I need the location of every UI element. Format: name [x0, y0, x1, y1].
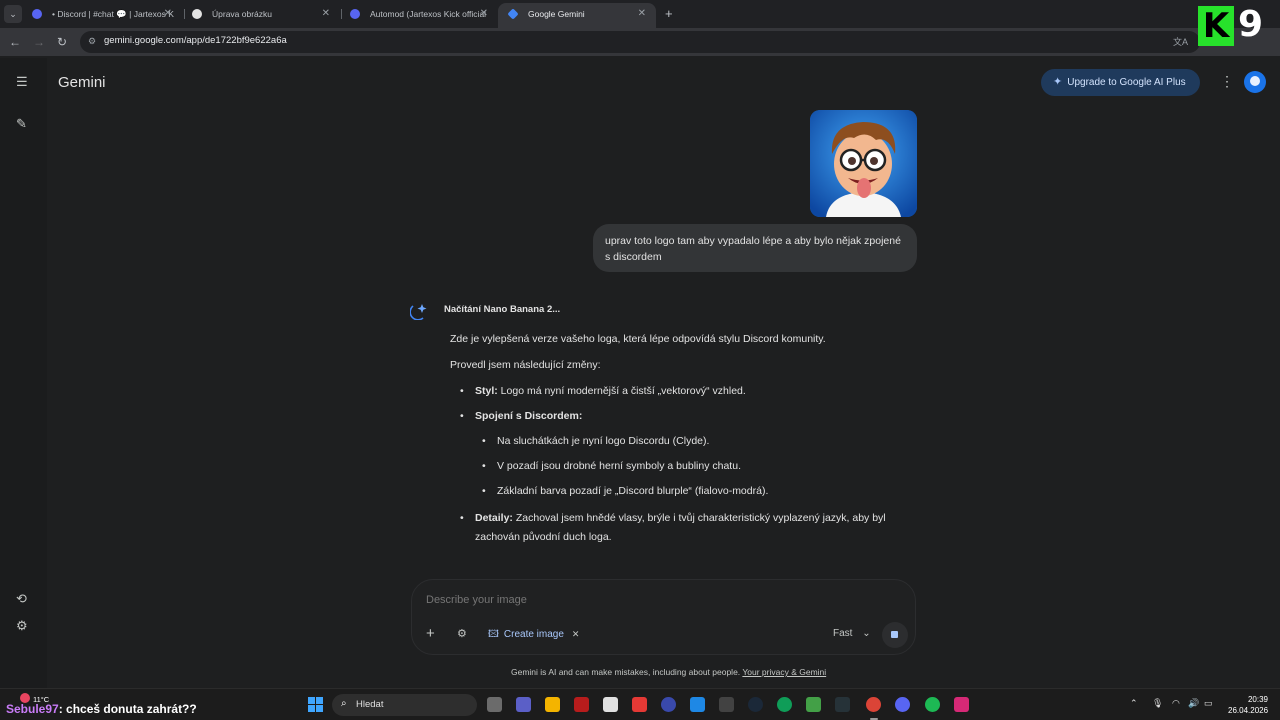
gemini-spark-icon — [410, 304, 427, 320]
app-l-icon[interactable] — [632, 697, 647, 712]
spotify-icon[interactable] — [925, 697, 940, 712]
teams-icon[interactable] — [516, 697, 531, 712]
privacy-link[interactable]: Your privacy & Gemini — [742, 667, 826, 677]
discord-icon[interactable] — [895, 697, 910, 712]
list-item-sub-symbols: V pozadí jsou drobné herní symboly a bub… — [482, 458, 907, 474]
chat-username: Sebule97 — [6, 702, 59, 716]
windows-start-icon[interactable] — [308, 697, 323, 712]
edge-icon[interactable] — [777, 697, 792, 712]
close-icon[interactable]: ✕ — [572, 629, 580, 639]
model-mode-selector[interactable]: Fast ⌄ — [833, 628, 871, 639]
back-arrow-icon[interactable]: ← — [9, 35, 21, 49]
add-attachment-icon[interactable]: + — [426, 625, 435, 642]
stream-chat-message: Sebule97: chceš donuta zahrát?? — [6, 702, 197, 716]
epic-games-icon[interactable] — [719, 697, 734, 712]
uploaded-image[interactable] — [810, 110, 917, 217]
wifi-icon[interactable]: ◠ — [1172, 698, 1180, 709]
url-text[interactable]: gemini.google.com/app/de1722bf9e622a6a — [104, 35, 287, 46]
list-item-spojeni: Spojení s Discordem: — [460, 408, 905, 424]
image-icon: 🖾 — [488, 629, 499, 640]
store-icon[interactable] — [603, 697, 618, 712]
list-item-detaily: Detaily: Zachoval jsem hnědé vlasy, brýl… — [460, 509, 910, 547]
translate-icon[interactable]: 文A — [1173, 35, 1188, 48]
browser-tab-strip: ⌄ • Discord | #chat 💬 | Jartexos K ✕ Úpr… — [0, 0, 1280, 28]
gemini-favicon-icon — [507, 8, 519, 20]
create-image-chip[interactable]: 🖾 Create image ✕ — [488, 625, 579, 643]
stream-overlay-logo: K 9 — [1198, 4, 1276, 50]
openai-favicon-icon — [192, 9, 202, 19]
chat-text: : chceš donuta zahrát?? — [58, 702, 197, 716]
prompt-input[interactable] — [426, 594, 896, 606]
task-view-icon[interactable] — [487, 697, 502, 712]
menu-icon[interactable]: ☰ — [16, 74, 28, 90]
file-explorer-icon[interactable] — [545, 697, 560, 712]
new-tab-button[interactable]: + — [665, 6, 673, 21]
instagram-icon[interactable] — [954, 697, 969, 712]
minecraft-icon[interactable] — [806, 697, 821, 712]
settings-icon[interactable]: ⚙ — [16, 618, 28, 634]
volume-icon[interactable]: 🔊 — [1188, 698, 1199, 709]
tab-automod[interactable]: Automod (Jartexos Kick official ✕ — [340, 3, 498, 28]
tools-icon[interactable]: ⚙ — [457, 627, 467, 640]
app-blue-icon[interactable] — [690, 697, 705, 712]
system-clock[interactable]: 20:39 26.04.2026 — [1228, 694, 1268, 716]
close-icon[interactable]: ✕ — [638, 3, 646, 25]
tab-discord[interactable]: • Discord | #chat 💬 | Jartexos K ✕ — [22, 3, 182, 28]
cartoon-avatar-image — [810, 110, 917, 217]
close-icon[interactable]: ✕ — [322, 3, 330, 25]
forward-arrow-icon[interactable]: → — [33, 35, 45, 49]
steam-icon[interactable] — [748, 697, 763, 712]
response-status: Načítání Nano Banana 2... — [444, 304, 561, 315]
avatar[interactable] — [1244, 71, 1266, 93]
browser-toolbar: ← → ↻ ⚙ gemini.google.com/app/de1722bf9e… — [0, 28, 1280, 56]
list-item-sub-blurple: Základní barva pozadí je „Discord blurpl… — [482, 483, 907, 499]
player-icon[interactable] — [661, 697, 676, 712]
tab-uprava-obrazku[interactable]: Úprava obrázku ✕ — [182, 3, 340, 28]
microphone-icon[interactable]: 🎙 — [1152, 698, 1163, 709]
prompt-composer: + ⚙ 🖾Create image✕ Fast ⌄ — [411, 579, 916, 655]
response-intro: Zde je vylepšená verze vašeho loga, kter… — [450, 333, 826, 345]
battery-icon[interactable]: ▭ — [1204, 698, 1213, 709]
response-changes-intro: Provedl jsem následující změny: — [450, 359, 601, 371]
sparkle-icon: ✦ — [1053, 76, 1063, 88]
chevron-down-icon: ⌄ — [862, 628, 871, 639]
disclaimer: Gemini is AI and can make mistakes, incl… — [511, 667, 827, 677]
activity-history-icon[interactable]: ⟲ — [16, 591, 27, 607]
upgrade-button[interactable]: ✦ Upgrade to Google AI Plus — [1041, 69, 1200, 96]
tab-google-gemini[interactable]: Google Gemini ✕ — [498, 3, 656, 28]
stop-button[interactable] — [882, 622, 908, 648]
gemini-sidebar: ☰ ✎ ⟲ ⚙ — [0, 58, 47, 688]
tray-chevron-up-icon[interactable]: ⌃ — [1130, 698, 1138, 709]
search-icon: ⌕ — [341, 698, 347, 709]
discord-favicon-icon — [350, 9, 360, 19]
logo-9: 9 — [1238, 4, 1264, 45]
more-options-icon[interactable]: ⋮ — [1220, 73, 1234, 90]
list-item-sub-clyde: Na sluchátkách je nyní logo Discordu (Cl… — [482, 433, 907, 449]
taskbar-search[interactable]: ⌕ Hledat — [332, 694, 477, 716]
close-icon[interactable]: ✕ — [480, 3, 488, 25]
reload-icon[interactable]: ↻ — [57, 35, 67, 49]
discord-favicon-icon — [32, 9, 42, 19]
address-bar[interactable]: ⚙ gemini.google.com/app/de1722bf9e622a6a… — [80, 31, 1200, 53]
app-title[interactable]: Gemini — [58, 74, 106, 91]
media-app-icon[interactable] — [574, 697, 589, 712]
tab-search-dropdown[interactable]: ⌄ — [4, 5, 22, 23]
site-info-icon[interactable]: ⚙ — [88, 36, 96, 47]
new-chat-icon[interactable]: ✎ — [16, 116, 27, 132]
close-icon[interactable]: ✕ — [164, 3, 172, 25]
logo-k: K — [1198, 6, 1234, 46]
terminal-icon[interactable] — [835, 697, 850, 712]
user-message-bubble: uprav toto logo tam aby vypadalo lépe a … — [593, 224, 917, 272]
chrome-icon[interactable] — [866, 697, 881, 712]
list-item-styl: Styl: Logo má nyní modernější a čistší „… — [460, 383, 905, 399]
